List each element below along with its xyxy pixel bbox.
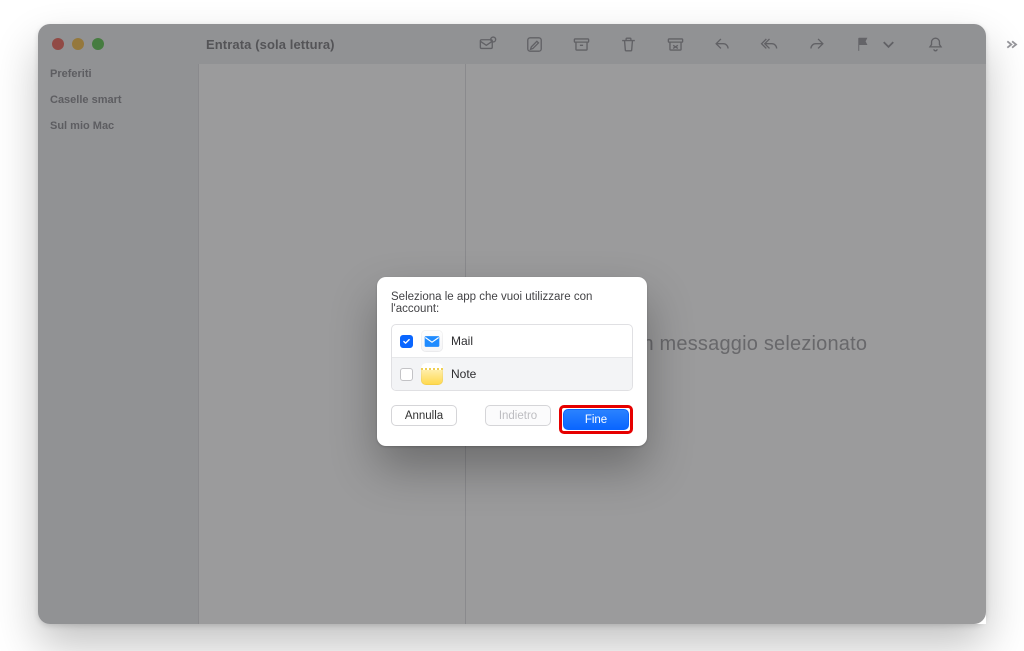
done-button-highlight: Fine	[559, 405, 633, 434]
mute-icon[interactable]	[926, 35, 945, 54]
trash-icon[interactable]	[619, 35, 638, 54]
compose-icon[interactable]	[525, 35, 544, 54]
back-button: Indietro	[485, 405, 551, 426]
mail-window: Entrata (sola lettura)	[38, 24, 986, 624]
close-icon[interactable]	[52, 38, 64, 50]
checkbox-notes[interactable]	[400, 368, 413, 381]
sidebar: Preferiti Caselle smart Sul mio Mac	[38, 64, 198, 624]
mail-app-icon	[421, 330, 443, 352]
done-button[interactable]: Fine	[563, 409, 629, 430]
reply-icon[interactable]	[713, 35, 732, 54]
junk-icon[interactable]	[666, 35, 685, 54]
sidebar-group-smart[interactable]: Caselle smart	[50, 94, 186, 106]
window-title: Entrata (sola lettura)	[206, 37, 335, 52]
window-toolbar: Entrata (sola lettura)	[38, 24, 986, 64]
app-option-notes-label: Note	[451, 367, 476, 381]
minimize-icon[interactable]	[72, 38, 84, 50]
zoom-icon[interactable]	[92, 38, 104, 50]
flag-icon[interactable]	[854, 35, 873, 54]
traffic-lights	[38, 38, 198, 50]
dialog-heading: Seleziona le app che vuoi utilizzare con…	[391, 291, 633, 315]
app-option-mail-label: Mail	[451, 334, 473, 348]
reply-all-icon[interactable]	[760, 35, 779, 54]
more-icon[interactable]	[1001, 35, 1020, 54]
sidebar-group-favorites[interactable]: Preferiti	[50, 68, 186, 80]
sidebar-group-onmymac[interactable]: Sul mio Mac	[50, 120, 186, 132]
account-apps-dialog: Seleziona le app che vuoi utilizzare con…	[377, 277, 647, 446]
app-option-notes[interactable]: Note	[392, 357, 632, 390]
notes-app-icon	[421, 363, 443, 385]
archive-icon[interactable]	[572, 35, 591, 54]
checkbox-mail[interactable]	[400, 335, 413, 348]
forward-icon[interactable]	[807, 35, 826, 54]
cancel-button[interactable]: Annulla	[391, 405, 457, 426]
app-option-mail[interactable]: Mail	[392, 325, 632, 357]
flag-menu-chevron-icon[interactable]	[879, 35, 898, 54]
new-mail-icon[interactable]	[478, 35, 497, 54]
